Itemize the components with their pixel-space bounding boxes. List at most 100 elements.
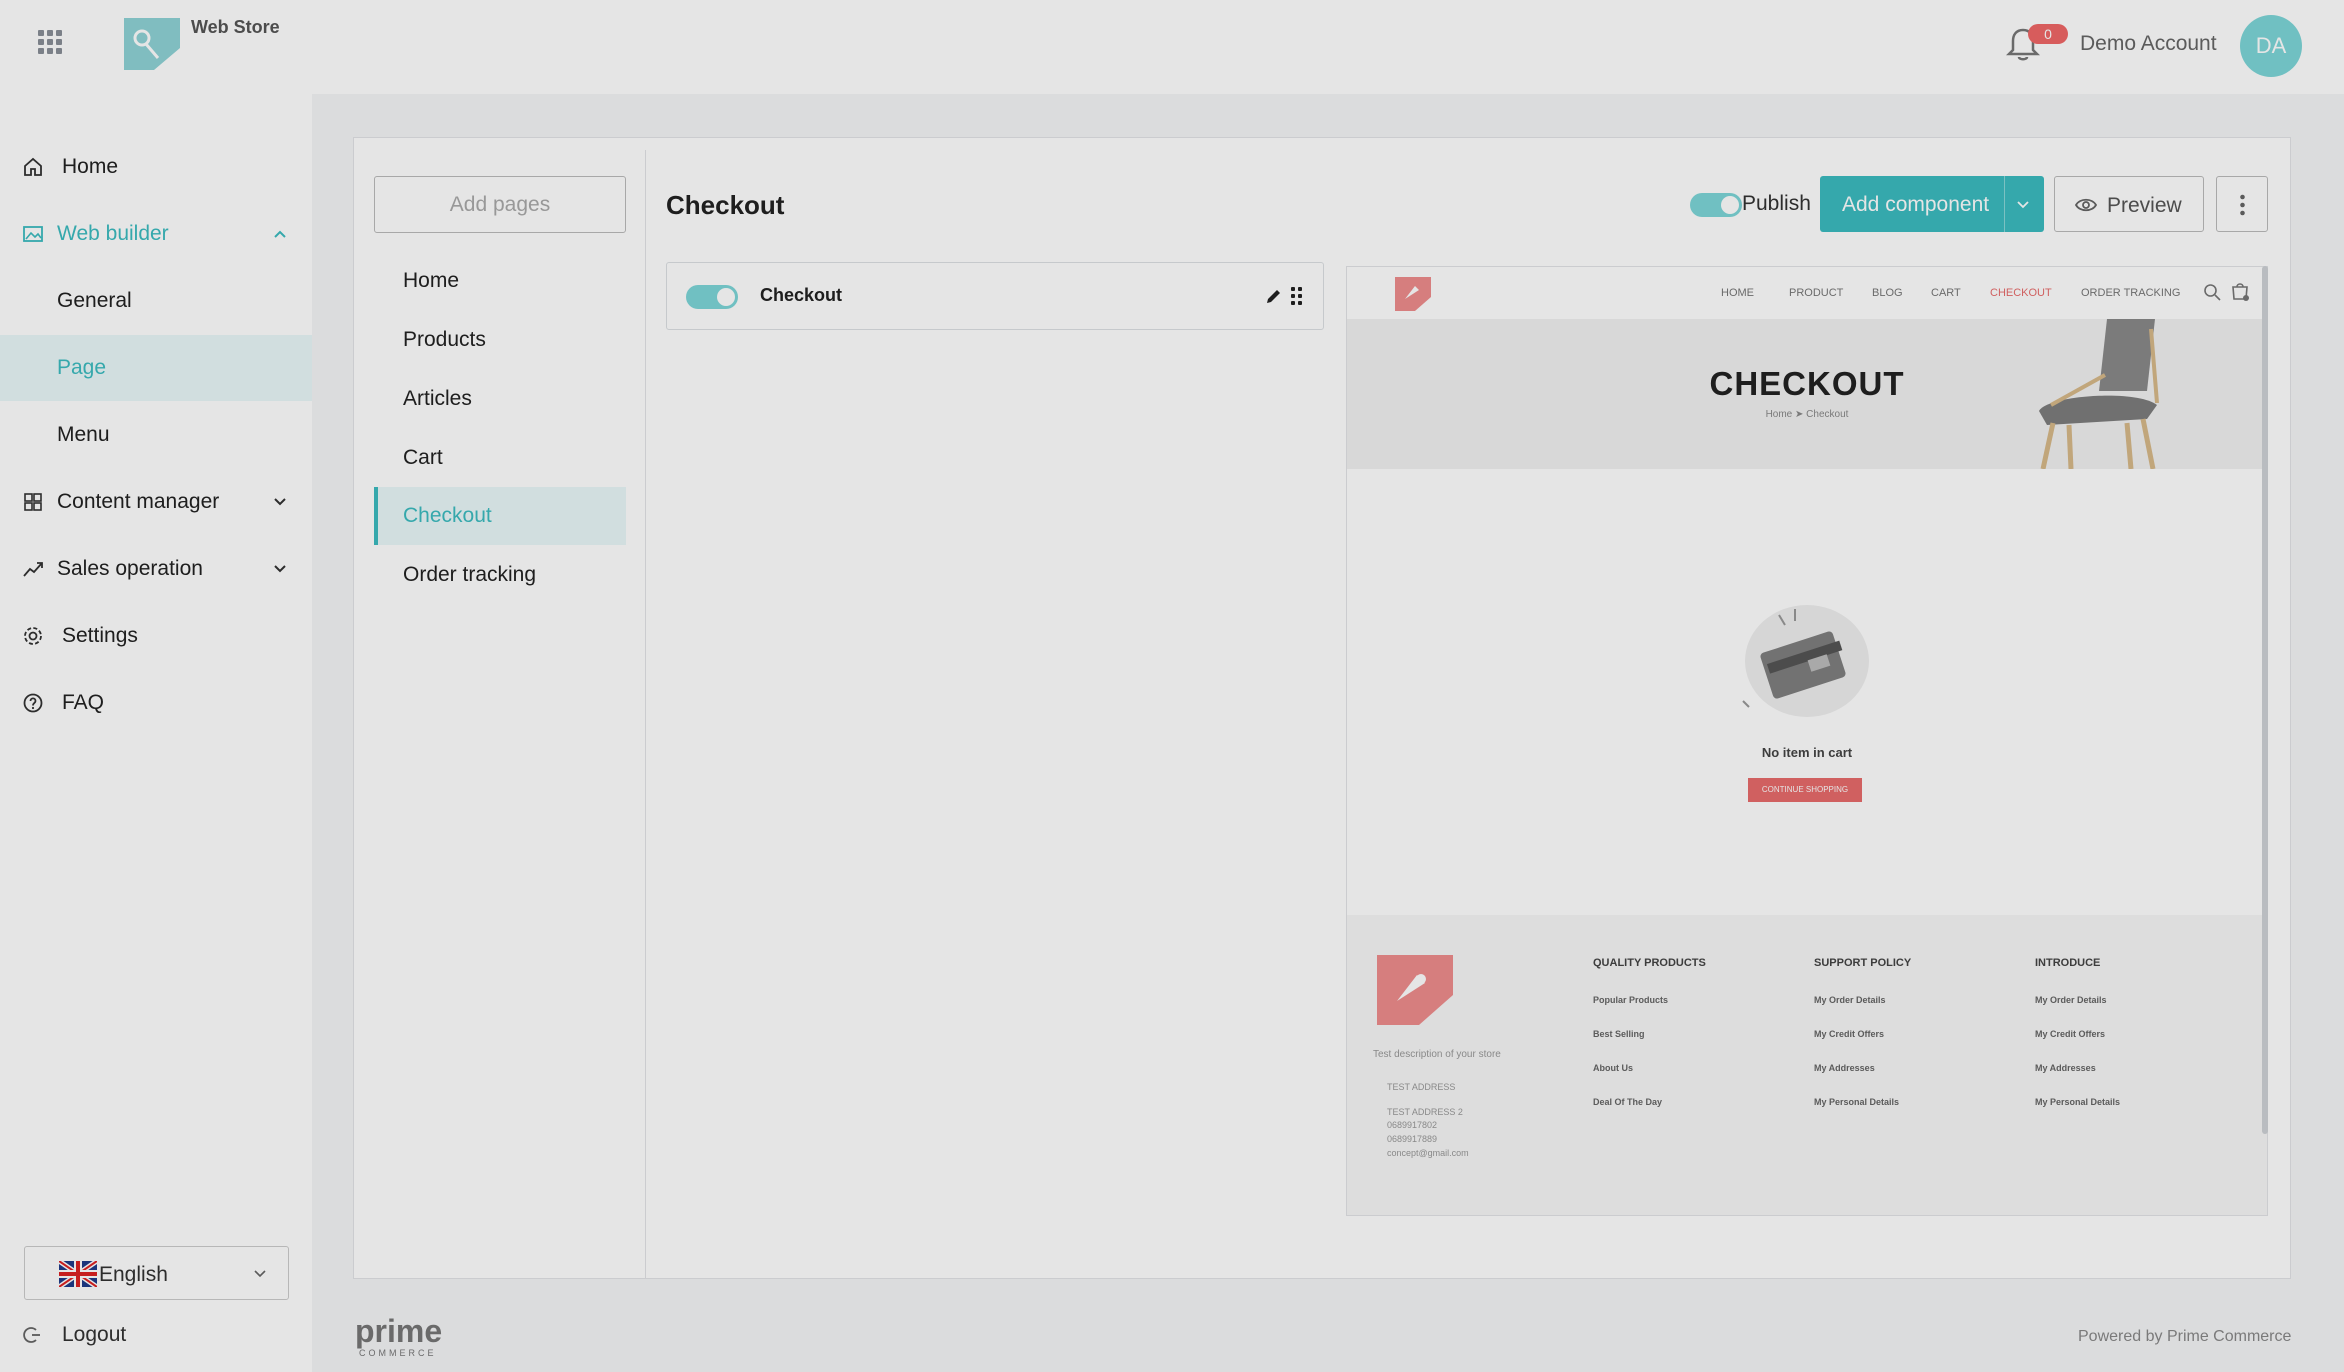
sidebar-item-label: Content manager (57, 490, 220, 513)
preview-hero: CHECKOUT Home ➤ Checkout (1347, 319, 2267, 469)
preview-footer-column-title: SUPPORT POLICY (1814, 957, 1912, 969)
sidebar-item-general[interactable]: General (0, 268, 312, 334)
sidebar-item-label: Home (62, 155, 119, 178)
sidebar-item-page[interactable]: Page (0, 335, 312, 401)
edit-pencil-icon[interactable] (1265, 287, 1283, 305)
preview-footer-phone: 0689917802 (1387, 1120, 1438, 1130)
preview-nav-order-tracking: ORDER TRACKING (2081, 287, 2181, 299)
component-row: Checkout (666, 262, 1324, 330)
preview-continue-shopping-button: CONTINUE SHOPPING (1748, 778, 1862, 802)
sidebar-item-label: Page (57, 356, 107, 379)
page-item-checkout[interactable]: Checkout (374, 487, 626, 545)
page-item-label: Articles (403, 387, 472, 410)
empty-cart-illustration (1742, 605, 1869, 717)
publish-toggle[interactable] (1690, 193, 1742, 217)
avatar[interactable]: DA (2240, 15, 2302, 77)
component-label: Checkout (760, 285, 843, 305)
image-icon (23, 226, 43, 242)
page-item-cart[interactable]: Cart (374, 429, 626, 487)
store-logo-icon (124, 18, 180, 70)
page-item-label: Order tracking (403, 563, 537, 586)
preview-footer-link: My Order Details (2035, 995, 2107, 1005)
preview-empty-cart-text: No item in cart (1761, 745, 1853, 760)
sidebar-item-sales-operation[interactable]: Sales operation (0, 536, 312, 602)
preview-label: Preview (2107, 194, 2182, 217)
preview-footer-address: TEST ADDRESS (1387, 1082, 1456, 1092)
chair-image (2039, 319, 2159, 469)
sidebar: Home Web builder General Page Menu Conte… (0, 94, 312, 1372)
preview-footer-link: About Us (1593, 1063, 1633, 1073)
preview-footer-link: My Credit Offers (1814, 1029, 1885, 1039)
page-item-label: Checkout (403, 504, 492, 527)
preview-scrollbar[interactable] (2262, 266, 2268, 1134)
preview-footer-link: Deal Of The Day (1593, 1097, 1663, 1107)
page-item-order-tracking[interactable]: Order tracking (374, 546, 626, 604)
help-icon (23, 693, 43, 713)
add-component-label: Add component (1842, 193, 1990, 216)
page-item-articles[interactable]: Articles (374, 370, 626, 428)
preview-footer-column-title: INTRODUCE (2035, 957, 2101, 969)
chevron-down-icon (274, 565, 286, 573)
preview-footer-link: My Credit Offers (2035, 1029, 2106, 1039)
page-item-home[interactable]: Home (374, 252, 626, 310)
brand-text: prime (355, 1314, 442, 1349)
component-toggle[interactable] (686, 285, 738, 309)
store-name: Web Store (191, 17, 280, 37)
sidebar-item-label: Settings (62, 624, 138, 647)
more-options-button[interactable] (2216, 176, 2268, 232)
preview-button[interactable]: Preview (2054, 176, 2204, 232)
preview-footer-address: TEST ADDRESS 2 (1387, 1107, 1463, 1117)
trend-icon (23, 562, 43, 577)
home-icon (24, 157, 42, 176)
preview-footer-description: Test description of your store (1373, 1049, 1501, 1060)
preview-footer-link: My Addresses (1814, 1063, 1875, 1073)
powered-by-text: Powered by Prime Commerce (2078, 1328, 2292, 1345)
top-bar: Web Store 0 Demo Account DA (0, 0, 2344, 94)
sidebar-item-label: Web builder (57, 222, 169, 245)
cart-icon (2232, 283, 2249, 301)
sidebar-item-menu[interactable]: Menu (0, 402, 312, 468)
language-select[interactable]: English (24, 1246, 289, 1300)
page-item-products[interactable]: Products (374, 311, 626, 369)
chevron-down-icon (274, 498, 286, 506)
sidebar-item-web-builder[interactable]: Web builder (0, 201, 312, 267)
logout-label: Logout (62, 1323, 127, 1346)
apps-grid-icon[interactable] (38, 30, 62, 54)
sidebar-item-label: Sales operation (57, 557, 203, 580)
chevron-down-icon (254, 1270, 266, 1278)
more-vertical-icon (2240, 194, 2245, 216)
preview-nav-product: PRODUCT (1789, 287, 1844, 299)
preview-footer-link: My Order Details (1814, 995, 1886, 1005)
notification-count-badge: 0 (2028, 24, 2068, 44)
page-item-label: Home (403, 269, 460, 292)
preview-footer-link: My Personal Details (1814, 1097, 1900, 1107)
preview-logo-icon (1395, 277, 1431, 311)
eye-icon (2075, 198, 2097, 212)
sidebar-item-label: Menu (57, 423, 110, 446)
logout-button[interactable]: Logout (0, 1310, 312, 1360)
preview-footer-phone: 0689917889 (1387, 1134, 1438, 1144)
drag-handle-icon[interactable] (1291, 287, 1303, 305)
sidebar-item-content-manager[interactable]: Content manager (0, 469, 312, 535)
preview-footer-email: concept@gmail.com (1387, 1148, 1469, 1158)
page-preview: HOME PRODUCT BLOG CART CHECKOUT ORDER TR… (1346, 266, 2268, 1216)
prime-commerce-logo: prime COMMERCE (355, 1314, 442, 1358)
add-component-button[interactable]: Add component (1820, 176, 2044, 232)
preview-nav-home: HOME (1721, 287, 1754, 299)
preview-footer-link: My Addresses (2035, 1063, 2096, 1073)
grid-icon (24, 493, 42, 511)
preview-header: HOME PRODUCT BLOG CART CHECKOUT ORDER TR… (1347, 267, 2267, 319)
chevron-down-icon[interactable] (2016, 198, 2030, 212)
preview-nav-checkout: CHECKOUT (1990, 287, 2052, 299)
sidebar-item-home[interactable]: Home (0, 134, 312, 200)
preview-footer: Test description of your store TEST ADDR… (1347, 915, 2267, 1215)
language-label: English (99, 1263, 168, 1286)
preview-hero-title: CHECKOUT (1709, 365, 1905, 402)
page-item-label: Products (403, 328, 486, 351)
add-pages-button[interactable]: Add pages (374, 176, 626, 233)
uk-flag-icon (59, 1261, 97, 1287)
sidebar-item-settings[interactable]: Settings (0, 603, 312, 669)
account-name[interactable]: Demo Account (2080, 32, 2217, 56)
sidebar-item-label: FAQ (62, 691, 105, 714)
sidebar-item-faq[interactable]: FAQ (0, 670, 312, 736)
